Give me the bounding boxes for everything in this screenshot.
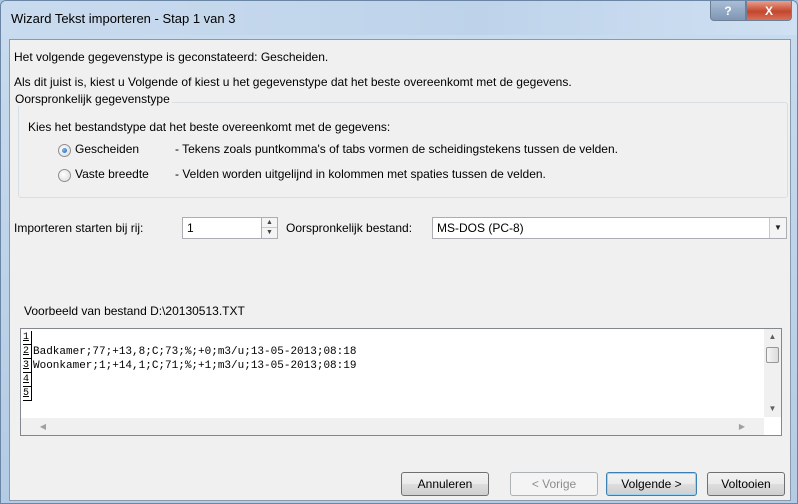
- start-row-input[interactable]: 1: [182, 217, 262, 239]
- radio-fixed-width-label[interactable]: Vaste breedte: [75, 167, 149, 181]
- preview-horizontal-scrollbar[interactable]: ◀ ▶: [21, 418, 764, 435]
- detected-type-text: Het volgende gegevenstype is geconstatee…: [14, 50, 329, 64]
- radio-delimited-description: - Tekens zoals puntkomma's of tabs vorme…: [175, 142, 618, 156]
- origin-select[interactable]: MS-DOS (PC-8) ▼: [432, 217, 787, 239]
- back-button[interactable]: < Vorige: [510, 472, 598, 496]
- preview-label: Voorbeeld van bestand D:\20130513.TXT: [24, 304, 245, 318]
- preview-line-text: [32, 373, 33, 387]
- preview-row: 1: [23, 331, 753, 345]
- chevron-down-icon[interactable]: ▼: [769, 218, 786, 238]
- group-legend: Oorspronkelijk gegevenstype: [13, 92, 172, 106]
- title-bar[interactable]: Wizard Tekst importeren - Stap 1 van 3 ?…: [1, 1, 797, 35]
- close-icon: X: [764, 3, 773, 18]
- cancel-button[interactable]: Annuleren: [401, 472, 489, 496]
- next-button[interactable]: Volgende >: [606, 472, 697, 496]
- preview-row: 5: [23, 387, 753, 401]
- preview-line-number: 1: [23, 331, 32, 345]
- finish-button[interactable]: Voltooien: [707, 472, 785, 496]
- file-preview[interactable]: 1 2 Badkamer;77;+13,8;C;73;%;+0;m3/u;13-…: [20, 328, 782, 436]
- spin-down-icon[interactable]: ▼: [262, 228, 277, 238]
- help-icon: ?: [724, 3, 732, 18]
- radio-fixed-width-description: - Velden worden uitgelijnd in kolommen m…: [175, 167, 546, 181]
- preview-line-number: 5: [23, 387, 32, 401]
- radio-delimited-label[interactable]: Gescheiden: [75, 142, 139, 156]
- group-prompt: Kies het bestandstype dat het beste over…: [28, 120, 391, 134]
- dialog-body: Het volgende gegevenstype is geconstatee…: [9, 39, 791, 501]
- help-button[interactable]: ?: [710, 1, 746, 21]
- start-row-label: Importeren starten bij rij:: [14, 221, 144, 235]
- preview-line-text: [32, 331, 33, 345]
- scroll-up-icon[interactable]: ▲: [764, 329, 781, 345]
- preview-line-text: Woonkamer;1;+14,1;C;71;%;+1;m3/u;13-05-2…: [33, 360, 357, 372]
- preview-line-text: Badkamer;77;+13,8;C;73;%;+0;m3/u;13-05-2…: [33, 346, 357, 358]
- preview-line-number: 4: [23, 373, 32, 387]
- instruction-text: Als dit juist is, kiest u Volgende of ki…: [14, 75, 572, 89]
- preview-vertical-scrollbar[interactable]: ▲ ▼: [764, 329, 781, 417]
- radio-fixed-width[interactable]: [58, 169, 71, 182]
- start-row-stepper[interactable]: ▲ ▼: [261, 217, 278, 239]
- origin-select-value: MS-DOS (PC-8): [437, 221, 524, 235]
- dialog-window: Wizard Tekst importeren - Stap 1 van 3 ?…: [0, 0, 798, 504]
- window-title: Wizard Tekst importeren - Stap 1 van 3: [11, 11, 236, 26]
- preview-row: 2 Badkamer;77;+13,8;C;73;%;+0;m3/u;13-05…: [23, 345, 753, 359]
- preview-row: 3 Woonkamer;1;+14,1;C;71;%;+1;m3/u;13-05…: [23, 359, 753, 373]
- scroll-left-icon[interactable]: ◀: [35, 418, 51, 435]
- origin-label: Oorspronkelijk bestand:: [286, 221, 413, 235]
- radio-delimited[interactable]: [58, 144, 71, 157]
- preview-row: 4: [23, 373, 753, 387]
- preview-content: 1 2 Badkamer;77;+13,8;C;73;%;+0;m3/u;13-…: [23, 331, 753, 417]
- scroll-down-icon[interactable]: ▼: [764, 401, 781, 417]
- preview-line-number: 3: [23, 359, 32, 373]
- close-button[interactable]: X: [746, 1, 792, 21]
- preview-line-number: 2: [23, 345, 32, 359]
- spin-up-icon[interactable]: ▲: [262, 218, 277, 228]
- preview-line-text: [32, 387, 33, 401]
- scroll-thumb[interactable]: [766, 347, 779, 363]
- scroll-right-icon[interactable]: ▶: [734, 418, 750, 435]
